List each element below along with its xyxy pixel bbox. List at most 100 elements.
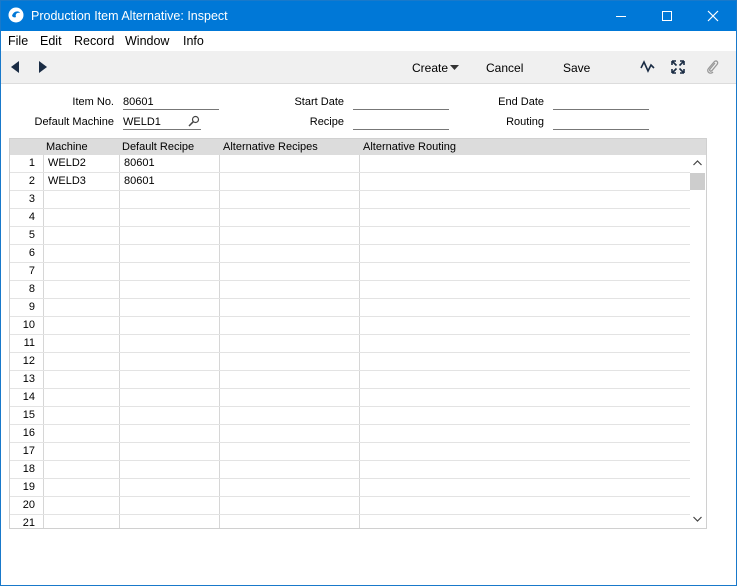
cell-default-recipe[interactable] bbox=[120, 299, 220, 316]
cell-alternative-routing[interactable] bbox=[360, 155, 690, 172]
close-button[interactable] bbox=[690, 1, 736, 31]
menu-window[interactable]: Window bbox=[125, 34, 169, 48]
table-row[interactable]: 4 bbox=[10, 209, 690, 227]
title-bar[interactable]: Production Item Alternative: Inspect bbox=[1, 1, 736, 31]
cell-alternative-recipes[interactable] bbox=[220, 281, 360, 298]
cell-default-recipe[interactable]: 80601 bbox=[120, 155, 220, 172]
cell-machine[interactable] bbox=[44, 407, 120, 424]
cell-alternative-recipes[interactable] bbox=[220, 425, 360, 442]
cell-machine[interactable] bbox=[44, 317, 120, 334]
cell-machine[interactable] bbox=[44, 371, 120, 388]
table-row[interactable]: 13 bbox=[10, 371, 690, 389]
cell-alternative-routing[interactable] bbox=[360, 407, 690, 424]
cell-default-recipe[interactable] bbox=[120, 443, 220, 460]
column-header-alternative-recipes[interactable]: Alternative Recipes bbox=[223, 141, 318, 153]
menu-file[interactable]: File bbox=[8, 34, 28, 48]
cell-alternative-recipes[interactable] bbox=[220, 353, 360, 370]
cell-default-recipe[interactable] bbox=[120, 353, 220, 370]
cell-alternative-routing[interactable] bbox=[360, 389, 690, 406]
column-header-machine[interactable]: Machine bbox=[46, 141, 88, 153]
cell-machine[interactable] bbox=[44, 263, 120, 280]
cell-alternative-routing[interactable] bbox=[360, 209, 690, 226]
menu-edit[interactable]: Edit bbox=[40, 34, 62, 48]
cell-alternative-routing[interactable] bbox=[360, 497, 690, 514]
cancel-button[interactable]: Cancel bbox=[486, 61, 523, 75]
cell-machine[interactable] bbox=[44, 425, 120, 442]
column-header-default-recipe[interactable]: Default Recipe bbox=[122, 141, 194, 153]
cell-machine[interactable] bbox=[44, 461, 120, 478]
minimize-button[interactable] bbox=[598, 1, 644, 31]
cell-default-recipe[interactable] bbox=[120, 479, 220, 496]
cell-alternative-recipes[interactable] bbox=[220, 245, 360, 262]
cell-alternative-recipes[interactable] bbox=[220, 317, 360, 334]
cell-machine[interactable] bbox=[44, 299, 120, 316]
cell-machine[interactable] bbox=[44, 479, 120, 496]
cell-alternative-recipes[interactable] bbox=[220, 371, 360, 388]
cell-default-recipe[interactable] bbox=[120, 317, 220, 334]
cell-machine[interactable] bbox=[44, 389, 120, 406]
cell-machine[interactable] bbox=[44, 281, 120, 298]
cell-default-recipe[interactable] bbox=[120, 407, 220, 424]
table-row[interactable]: 2 WELD3 80601 bbox=[10, 173, 690, 191]
cell-machine[interactable] bbox=[44, 227, 120, 244]
scroll-up-icon[interactable] bbox=[693, 160, 702, 166]
cell-default-recipe[interactable] bbox=[120, 209, 220, 226]
cell-alternative-routing[interactable] bbox=[360, 353, 690, 370]
cell-default-recipe[interactable] bbox=[120, 191, 220, 208]
cell-alternative-routing[interactable] bbox=[360, 317, 690, 334]
cell-machine[interactable] bbox=[44, 353, 120, 370]
cell-machine[interactable] bbox=[44, 497, 120, 514]
cell-alternative-recipes[interactable] bbox=[220, 155, 360, 172]
expand-icon[interactable] bbox=[671, 60, 685, 74]
end-date-field[interactable] bbox=[553, 95, 649, 110]
item-no-field[interactable]: 80601 bbox=[123, 95, 219, 110]
recipe-field[interactable] bbox=[353, 115, 449, 130]
cell-alternative-routing[interactable] bbox=[360, 443, 690, 460]
cell-machine[interactable] bbox=[44, 335, 120, 352]
cell-alternative-recipes[interactable] bbox=[220, 209, 360, 226]
table-row[interactable]: 16 bbox=[10, 425, 690, 443]
table-row[interactable]: 7 bbox=[10, 263, 690, 281]
cell-alternative-routing[interactable] bbox=[360, 281, 690, 298]
cell-default-recipe[interactable] bbox=[120, 515, 220, 528]
table-row[interactable]: 8 bbox=[10, 281, 690, 299]
cell-default-recipe[interactable] bbox=[120, 245, 220, 262]
cell-alternative-recipes[interactable] bbox=[220, 443, 360, 460]
cell-default-recipe[interactable] bbox=[120, 335, 220, 352]
column-header-alternative-routing[interactable]: Alternative Routing bbox=[363, 141, 456, 153]
cell-alternative-routing[interactable] bbox=[360, 515, 690, 528]
cell-alternative-recipes[interactable] bbox=[220, 227, 360, 244]
table-row[interactable]: 3 bbox=[10, 191, 690, 209]
scroll-down-icon[interactable] bbox=[693, 516, 702, 522]
menu-info[interactable]: Info bbox=[183, 34, 204, 48]
cell-machine[interactable] bbox=[44, 245, 120, 262]
cell-machine[interactable] bbox=[44, 443, 120, 460]
cell-alternative-recipes[interactable] bbox=[220, 389, 360, 406]
activity-icon[interactable] bbox=[640, 60, 655, 73]
cell-default-recipe[interactable] bbox=[120, 371, 220, 388]
create-dropdown-icon[interactable] bbox=[450, 65, 459, 70]
cell-alternative-recipes[interactable] bbox=[220, 497, 360, 514]
maximize-button[interactable] bbox=[644, 1, 690, 31]
table-row[interactable]: 9 bbox=[10, 299, 690, 317]
cell-alternative-routing[interactable] bbox=[360, 479, 690, 496]
routing-field[interactable] bbox=[553, 115, 649, 130]
table-row[interactable]: 18 bbox=[10, 461, 690, 479]
cell-alternative-routing[interactable] bbox=[360, 227, 690, 244]
cell-alternative-routing[interactable] bbox=[360, 425, 690, 442]
cell-alternative-recipes[interactable] bbox=[220, 191, 360, 208]
table-row[interactable]: 5 bbox=[10, 227, 690, 245]
cell-alternative-recipes[interactable] bbox=[220, 479, 360, 496]
cell-alternative-routing[interactable] bbox=[360, 335, 690, 352]
cell-alternative-routing[interactable] bbox=[360, 191, 690, 208]
table-row[interactable]: 12 bbox=[10, 353, 690, 371]
cell-default-recipe[interactable] bbox=[120, 425, 220, 442]
cell-default-recipe[interactable]: 80601 bbox=[120, 173, 220, 190]
cell-machine[interactable] bbox=[44, 191, 120, 208]
cell-alternative-routing[interactable] bbox=[360, 299, 690, 316]
cell-machine[interactable]: WELD2 bbox=[44, 155, 120, 172]
cell-alternative-routing[interactable] bbox=[360, 245, 690, 262]
cell-alternative-routing[interactable] bbox=[360, 461, 690, 478]
cell-alternative-routing[interactable] bbox=[360, 263, 690, 280]
cell-alternative-recipes[interactable] bbox=[220, 173, 360, 190]
